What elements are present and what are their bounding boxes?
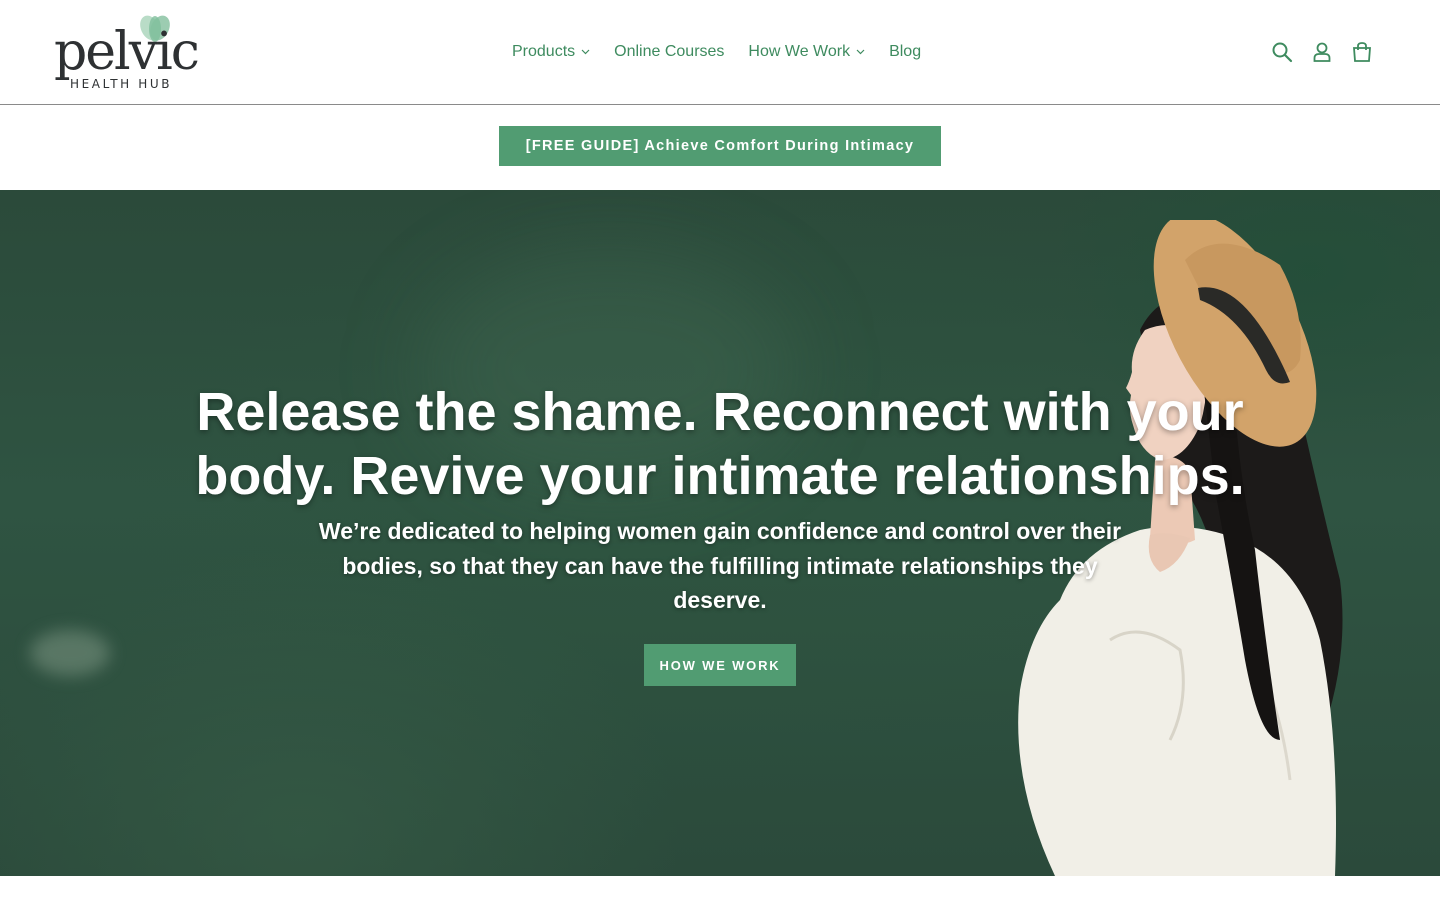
hero-subtitle: We’re dedicated to helping women gain co… xyxy=(318,518,1122,613)
site-header: pelvic HEALTH HUB Products Online Course… xyxy=(0,0,1440,105)
logo[interactable]: pelvic HEALTH HUB xyxy=(54,14,200,92)
hero-title: Release the shame. Reconnect with your b… xyxy=(195,382,1245,506)
main-nav: Products Online Courses How We Work Blog xyxy=(503,36,930,68)
cart-button[interactable] xyxy=(1348,38,1376,66)
logo-wordmark: pelvic xyxy=(54,22,200,82)
account-icon xyxy=(1313,42,1331,62)
nav-item-label: Online Courses xyxy=(614,43,725,60)
how-we-work-button[interactable]: HOW WE WORK xyxy=(644,644,796,686)
nav-item-online-courses[interactable]: Online Courses xyxy=(605,43,733,61)
nav-item-label: How We Work xyxy=(748,43,851,60)
hero-banner: Release the shame. Reconnect with your b… xyxy=(0,190,1440,876)
cart-icon xyxy=(1353,42,1371,62)
nav-item-how-we-work[interactable]: How We Work xyxy=(739,43,874,61)
chevron-down-icon xyxy=(581,49,590,55)
logo-tagline: HEALTH HUB xyxy=(70,77,173,91)
header-icons xyxy=(1268,38,1376,66)
search-icon xyxy=(1272,42,1293,63)
search-button[interactable] xyxy=(1268,38,1296,66)
background-blur xyxy=(30,630,110,676)
nav-item-label: Blog xyxy=(889,43,922,60)
account-button[interactable] xyxy=(1308,38,1336,66)
free-guide-button[interactable]: [FREE GUIDE] Achieve Comfort During Inti… xyxy=(499,126,941,166)
nav-item-blog[interactable]: Blog xyxy=(880,43,930,61)
nav-item-label: Products xyxy=(512,43,576,60)
chevron-down-icon xyxy=(856,49,865,55)
nav-item-products[interactable]: Products xyxy=(503,43,599,61)
